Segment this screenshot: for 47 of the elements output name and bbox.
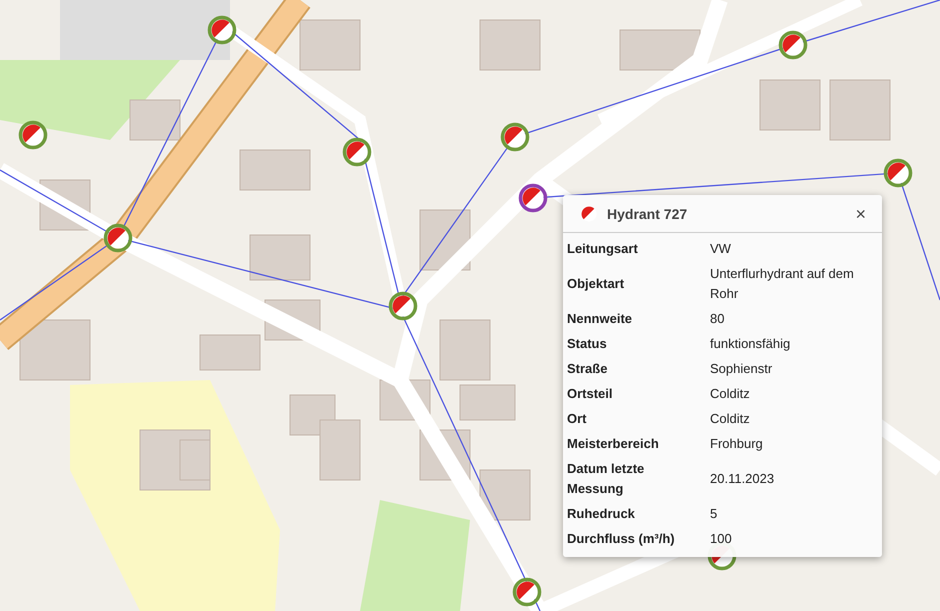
building (130, 100, 180, 140)
hydrant-marker-icon[interactable] (207, 15, 237, 45)
building (20, 320, 90, 380)
building (760, 80, 820, 130)
attribute-label: Leitungsart (567, 240, 639, 258)
attribute-label: Meisterbereich (567, 435, 660, 453)
attribute-value: 80 (710, 310, 726, 328)
hydrant-marker-icon[interactable] (512, 577, 542, 607)
building (480, 20, 540, 70)
attribute-label: Nennweite (567, 310, 634, 328)
attribute-value: 5 (710, 505, 718, 523)
hydrant-marker-icon[interactable] (18, 120, 48, 150)
attribute-label: Straße (567, 360, 608, 378)
attribute-value: Frohburg (710, 435, 764, 453)
popup-title: Hydrant 727 (607, 206, 688, 222)
building (480, 470, 530, 520)
building (300, 20, 360, 70)
hydrant-marker-icon[interactable] (500, 122, 530, 152)
hydrant-marker-icon[interactable] (883, 158, 913, 188)
attribute-label: Status (567, 335, 608, 353)
attribute-value: Sophienstr (710, 360, 774, 378)
attribute-label: Ruhedruck (567, 505, 636, 523)
hydrant-marker-icon[interactable] (342, 137, 372, 167)
building (830, 80, 890, 140)
building (240, 150, 310, 190)
attribute-label: Datum letzte Messung (567, 460, 646, 498)
attribute-value: Unterflurhydrant auf dem Rohr (710, 265, 855, 303)
attribute-label: Ort (567, 410, 588, 428)
attribute-value: 100 (710, 530, 733, 548)
attribute-value: funktionsfähig (710, 335, 792, 353)
attribute-value: VW (710, 240, 732, 258)
attribute-value: Colditz (710, 385, 751, 403)
hydrant-marker-icon[interactable] (778, 30, 808, 60)
attribute-label: Objektart (567, 275, 626, 293)
hydrant-marker-icon[interactable] (388, 291, 418, 321)
building (200, 334, 260, 370)
building (440, 320, 490, 380)
building (250, 234, 310, 280)
hydrant-marker-icon[interactable] (518, 183, 548, 213)
attribute-value: Colditz (710, 410, 751, 428)
hydrant-marker-icon[interactable] (103, 223, 133, 253)
close-button[interactable]: × (851, 205, 870, 223)
hydrant-icon (581, 206, 597, 222)
attribute-label: Durchfluss (m³/h) (567, 530, 676, 548)
building (460, 384, 516, 420)
attribute-value: 20.11.2023 (710, 470, 776, 488)
attribute-label: Ortsteil (567, 385, 614, 403)
